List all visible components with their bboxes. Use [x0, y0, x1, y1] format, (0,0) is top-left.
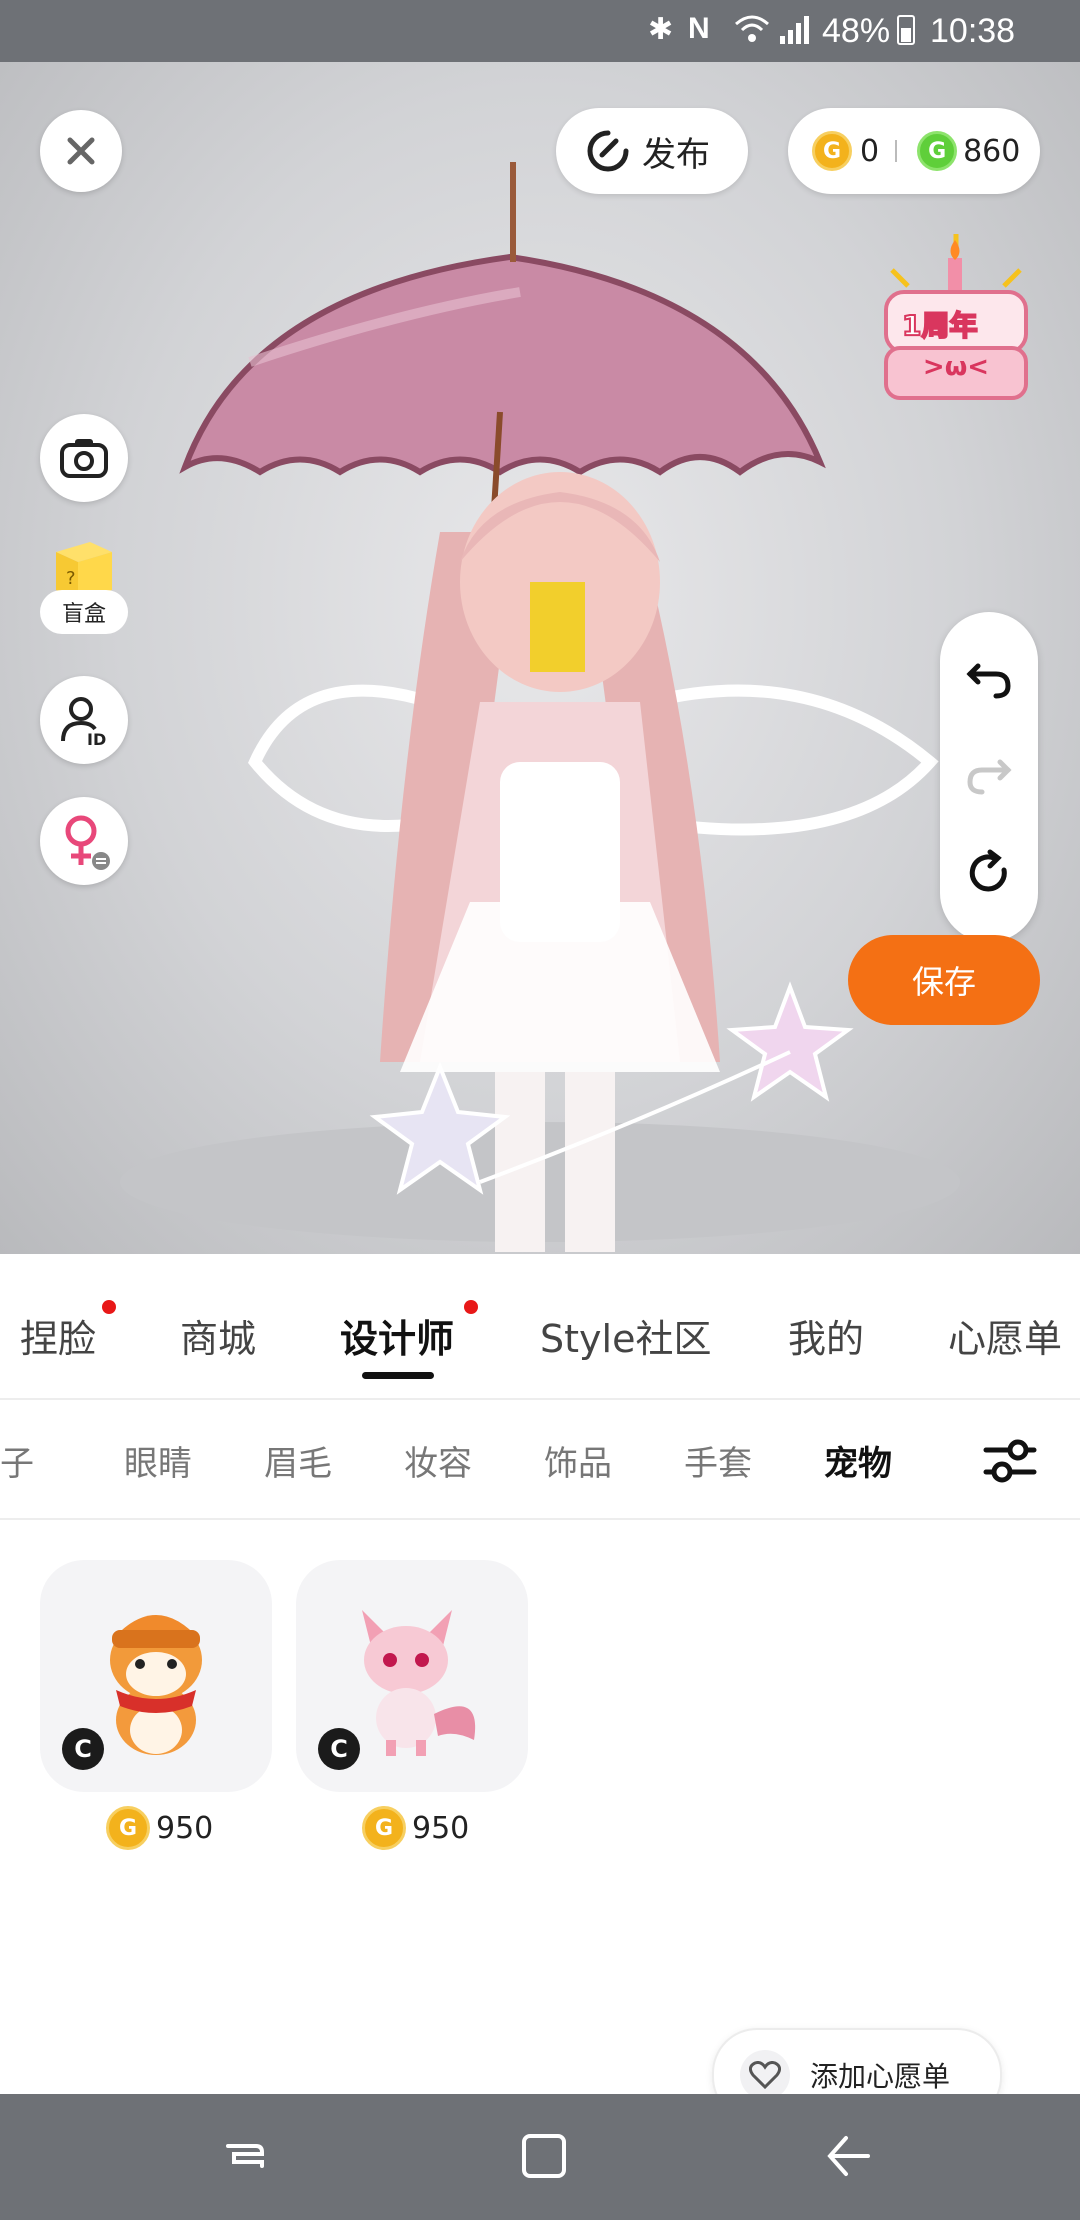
- tab-wishlist[interactable]: 心愿单: [948, 1308, 1062, 1363]
- pink-fox-pet-image: [362, 1610, 476, 1756]
- redo-button[interactable]: [964, 748, 1014, 802]
- collectible-badge: C: [62, 1728, 104, 1770]
- tab-designer-notification-dot: [464, 1300, 478, 1314]
- system-navigation-bar: [0, 2094, 1080, 2220]
- tab-divider: [0, 1398, 1080, 1400]
- publish-button[interactable]: 发布: [556, 108, 748, 194]
- back-arrow-icon: [827, 2136, 870, 2176]
- nfc-icon: N: [688, 12, 710, 45]
- green-coin-icon: G: [917, 131, 958, 171]
- category-eyes[interactable]: 眼睛: [124, 1436, 192, 1485]
- filter-button[interactable]: [982, 1436, 1038, 1490]
- clock: 10:38: [930, 12, 1016, 50]
- close-icon: [67, 137, 95, 165]
- history-panel: [940, 612, 1038, 942]
- category-shoes[interactable]: 鞋子: [0, 1436, 34, 1485]
- signal-icon: [778, 12, 814, 54]
- category-tab-bar: 鞋子 眼睛 眉毛 妆容 饰品 手套 宠物: [0, 1402, 1080, 1520]
- wishlist-label: 添加心愿单: [810, 2060, 951, 2093]
- home-icon: [522, 2134, 566, 2178]
- tab-style-community[interactable]: Style社区: [540, 1308, 711, 1363]
- currency-divider: [895, 140, 898, 162]
- filter-sliders-icon: [983, 1439, 1037, 1483]
- tab-face-notification-dot: [102, 1300, 116, 1314]
- gender-switch-button[interactable]: [40, 797, 128, 885]
- tab-face[interactable]: 捏脸: [20, 1308, 96, 1363]
- item-price-shiba-pet: G 950: [106, 1806, 213, 1850]
- user-id-icon: ID: [61, 697, 106, 747]
- camera-button[interactable]: [40, 414, 128, 502]
- undo-icon: [966, 663, 1011, 699]
- recent-apps-button[interactable]: [222, 2134, 268, 2184]
- reset-icon: [969, 849, 1007, 892]
- tab-mine[interactable]: 我的: [788, 1308, 864, 1363]
- shiba-pet-image: [110, 1615, 202, 1755]
- save-button[interactable]: 保存: [848, 935, 1040, 1025]
- recent-apps-icon: [226, 2144, 264, 2168]
- anniversary-badge[interactable]: >ω< 1周年: [872, 230, 1040, 410]
- currency-panel[interactable]: G 0 G 860: [788, 108, 1040, 194]
- close-button[interactable]: [40, 110, 122, 192]
- blind-box-button[interactable]: ? 盲盒: [40, 532, 128, 642]
- avatar-preview-scene[interactable]: 发布 G 0 G 860 >ω< 1周年 ? 盲盒 ID 保存: [0, 62, 1080, 1254]
- category-gloves[interactable]: 手套: [684, 1436, 752, 1485]
- camera-icon: [60, 439, 108, 478]
- wifi-icon: [732, 12, 772, 54]
- svg-text:ID: ID: [87, 730, 106, 747]
- category-divider: [0, 1518, 1080, 1520]
- anniversary-text: 1周年: [901, 308, 978, 343]
- female-gender-icon: [65, 815, 110, 870]
- battery-icon: [896, 12, 916, 54]
- item-price-value: 950: [156, 1810, 214, 1846]
- bluetooth-icon: ✱: [648, 12, 674, 47]
- category-accessories[interactable]: 饰品: [544, 1436, 612, 1485]
- publish-icon: [587, 130, 629, 172]
- category-pets[interactable]: 宠物: [824, 1436, 892, 1485]
- item-price-pink-fox-pet: G 950: [362, 1806, 469, 1850]
- active-tab-indicator: [362, 1372, 434, 1379]
- gold-coin-balance: 0: [860, 133, 880, 169]
- avatar-id-button[interactable]: ID: [40, 676, 128, 764]
- gold-coin-icon: G: [106, 1806, 150, 1850]
- back-button[interactable]: [824, 2132, 872, 2184]
- gold-coin-icon: G: [362, 1806, 406, 1850]
- svg-text:?: ?: [66, 568, 76, 589]
- gold-coin-icon: G: [812, 131, 852, 171]
- publish-label: 发布: [642, 134, 710, 175]
- tab-designer[interactable]: 设计师: [340, 1308, 454, 1363]
- heart-icon: [749, 2061, 781, 2089]
- item-card-pink-fox-pet[interactable]: C: [296, 1560, 528, 1792]
- redo-icon: [967, 759, 1012, 795]
- collectible-badge: C: [318, 1728, 360, 1770]
- blind-box-label: 盲盒: [61, 602, 106, 627]
- tab-mall[interactable]: 商城: [180, 1308, 256, 1363]
- battery-percent: 48%: [822, 12, 891, 50]
- main-tab-bar: 捏脸 商城 设计师 Style社区 我的 心愿单: [0, 1254, 1080, 1400]
- category-makeup[interactable]: 妆容: [404, 1436, 472, 1485]
- category-eyebrows[interactable]: 眉毛: [264, 1436, 332, 1485]
- home-button[interactable]: [520, 2132, 568, 2184]
- svg-text:>ω<: >ω<: [923, 352, 989, 382]
- undo-button[interactable]: [964, 652, 1014, 706]
- green-coin-balance: 860: [963, 133, 1021, 169]
- status-bar: ✱ N 48% 10:38: [0, 0, 1080, 62]
- item-card-shiba-pet[interactable]: C: [40, 1560, 272, 1792]
- item-price-value: 950: [412, 1810, 470, 1846]
- reset-button[interactable]: [964, 848, 1014, 902]
